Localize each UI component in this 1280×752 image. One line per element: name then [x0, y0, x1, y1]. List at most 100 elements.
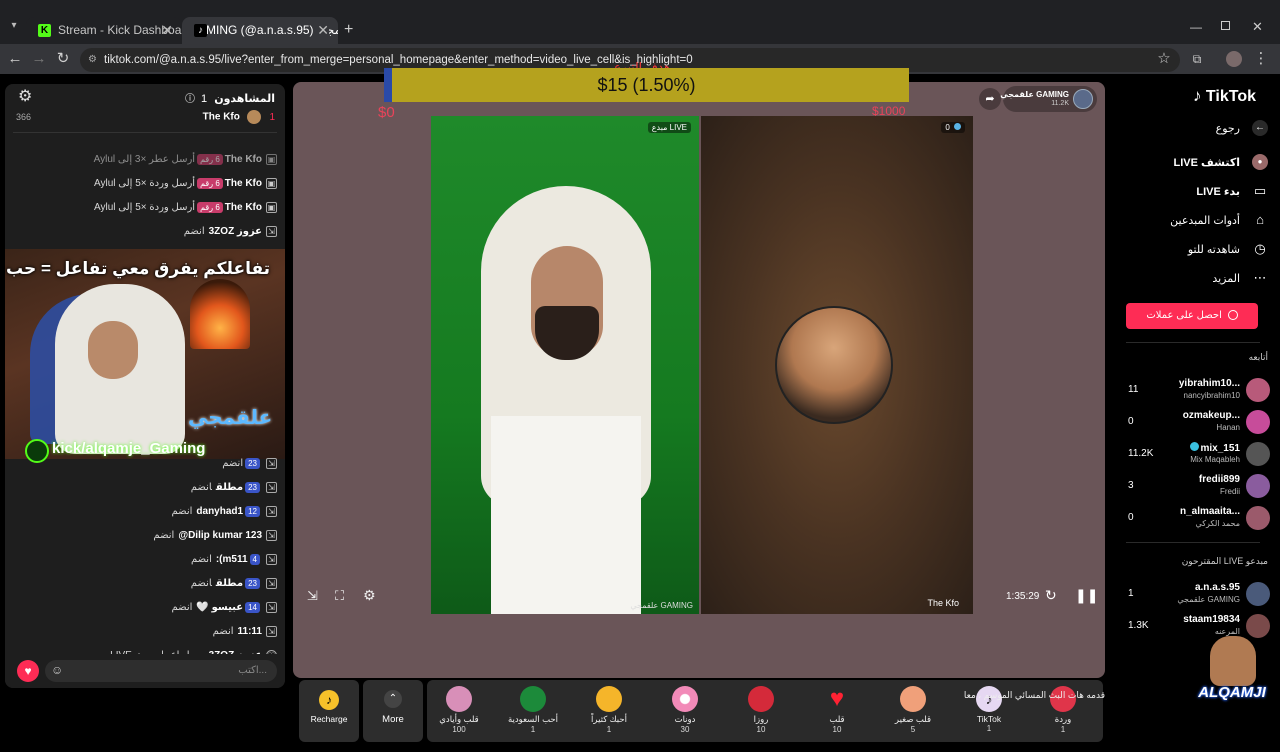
following-item[interactable]: mix_151 Mix Maqableh 11.2K — [1120, 438, 1270, 468]
info-icon[interactable]: ⓘ — [185, 94, 195, 105]
forward-arrow-icon[interactable]: → — [30, 50, 48, 68]
menu-discover-live[interactable]: ● اكتشف LIVE — [1174, 154, 1268, 170]
following-item[interactable]: n_almaaita... محمد الكركي 0 — [1120, 502, 1270, 532]
following-item[interactable]: yibrahim10... nancyibrahim10 11 — [1120, 374, 1270, 404]
suggested-title: مبدعو LIVE المقترحون — [1181, 556, 1268, 566]
close-tab-icon[interactable]: ✕ — [161, 17, 173, 44]
profile-avatar[interactable] — [1226, 51, 1242, 67]
menu-go-live[interactable]: ▭ بدء LIVE — [1196, 183, 1268, 198]
chat-text: انضم — [171, 602, 193, 613]
recharge-button[interactable]: ♪ Recharge — [299, 680, 359, 742]
overlay-banner: تفاعلكم يفرق معي تفاعل = حب — [6, 259, 271, 278]
webcam-overlay: تفاعلكم يفرق معي تفاعل = حب علقمجي kick/… — [5, 249, 285, 463]
kick-handle: kick/alqamje_Gaming — [52, 440, 206, 457]
heart-like-button[interactable]: ♥ — [17, 660, 39, 682]
host-name: علقمجي GAMING — [1000, 90, 1069, 99]
gift-item[interactable]: ♥ قلب 10 — [805, 680, 869, 735]
menu-more[interactable]: ⋯ المزيد — [1212, 270, 1268, 285]
gift-item[interactable]: أحبك كثيراً 1 — [577, 680, 641, 734]
chat-message[interactable]: ▣ The Kfo6 رقمأرسل عطر ×3 إلى Aylul — [94, 154, 277, 165]
chat-message[interactable]: ⇲ 12danyhad1انضم — [172, 506, 277, 517]
quality-gear-icon[interactable]: ⚙ — [363, 587, 376, 604]
viewers-count: 1 — [201, 93, 208, 105]
join-icon: ⇲ — [266, 506, 277, 517]
back-arrow-icon: ← — [1252, 120, 1268, 136]
chat-divider — [13, 132, 277, 133]
chat-message[interactable]: ⇲ 23مطلقانضم — [191, 578, 277, 589]
fullscreen-icon[interactable]: ⛶ — [335, 588, 344, 604]
goal-amount: $15 (1.50%) — [597, 75, 696, 95]
following-item[interactable]: fredii899 Fredii 3 — [1120, 470, 1270, 500]
suggested-item[interactable]: a.n.a.s.95 علقمجي GAMING 1 — [1120, 578, 1270, 608]
chat-user: The Kfo — [224, 178, 262, 189]
gift-item[interactable]: روزا 10 — [729, 680, 793, 734]
host-card[interactable]: علقمجي GAMING 11.2K — [1000, 86, 1097, 112]
pause-icon[interactable]: ❚❚ — [1075, 587, 1098, 604]
restore-button[interactable] — [1221, 21, 1230, 30]
donation-goal: هدف التبرع $15 (1.50%) $0 $1000 — [376, 60, 910, 121]
recharge-label: Recharge — [310, 714, 348, 724]
top-viewer-row[interactable]: 1 The Kfo — [203, 110, 275, 124]
kiss-face-icon — [596, 686, 622, 712]
chat-message[interactable]: ▣ The Kfo6 رقمأرسل وردة ×5 إلى Aylul — [94, 178, 277, 189]
chat-message[interactable]: ⇲ 11:11انضم — [213, 626, 277, 637]
chat-message[interactable]: ▣ The Kfo6 رقمأرسل وردة ×5 إلى Aylul — [94, 202, 277, 213]
host-avatar — [1073, 89, 1093, 109]
gift-price: 1 — [986, 724, 992, 733]
following-name: ozmakeup... — [1182, 410, 1240, 421]
get-coins-button[interactable]: احصل على عملات — [1126, 303, 1258, 329]
donut-icon — [672, 686, 698, 712]
gift-item[interactable]: ♪ TikTok 1 — [957, 680, 1021, 733]
tab-tiktok-live[interactable]: ♪ MING (@a.n.a.s.95) علقمجي ✕ — [182, 17, 338, 44]
share-icon[interactable]: ➦ — [979, 88, 1001, 110]
level-badge: 12 — [245, 506, 260, 517]
following-sub: Fredii — [1219, 487, 1240, 496]
gift-item[interactable]: قلب وأيادي 100 — [427, 680, 491, 734]
menu-label: بدء LIVE — [1196, 186, 1240, 198]
settings-gear-icon[interactable]: ⚙ — [18, 86, 32, 106]
menu-recently-watched[interactable]: ◷ شاهدته للتو — [1188, 241, 1268, 256]
level-badge: 23 — [245, 458, 260, 469]
tab-list-button[interactable]: ▾ — [6, 20, 22, 36]
back-arrow-icon[interactable]: ← — [6, 50, 24, 68]
new-tab-button[interactable]: + — [344, 21, 353, 39]
house-icon: ⌂ — [1256, 212, 1264, 227]
join-icon: ⇲ — [266, 530, 277, 541]
goal-bar: $15 (1.50%) — [384, 68, 909, 102]
tiktok-logo-icon: ♪ — [194, 24, 207, 37]
menu-creator-tools[interactable]: ⌂ أدوات المبدعين — [1170, 212, 1268, 227]
tab-kick-dashboard[interactable]: K Stream - Kick Dashboard ✕ — [26, 17, 182, 44]
rank-badge: 6 رقم — [197, 202, 223, 213]
chat-input[interactable]: ☺ اكتب... — [45, 660, 277, 682]
reload-icon[interactable]: ↻ — [54, 50, 72, 68]
gift-item[interactable]: أحب السعودية 1 — [501, 680, 565, 734]
site-info-icon[interactable]: ⚙ — [88, 48, 97, 72]
chat-message[interactable]: ⇲ عزوز 3ZOZانضم — [184, 226, 277, 237]
close-window-button[interactable]: ✕ — [1252, 19, 1263, 35]
history-icon: ◷ — [1254, 241, 1266, 256]
pip-icon[interactable]: ⇲ — [307, 588, 318, 604]
right-sidebar: ♪ TikTok ← رجوع ● اكتشف LIVE ▭ بدء LIVE ⌂ أد… — [1120, 74, 1280, 720]
more-gifts-button[interactable]: ⌃ More — [363, 680, 423, 742]
gift-item[interactable]: وردة 1 — [1031, 680, 1095, 734]
chat-message[interactable]: ⇲ 23انضم — [222, 458, 277, 469]
minimize-button[interactable]: — — [1190, 20, 1202, 34]
refresh-icon[interactable]: ↻ — [1045, 587, 1057, 604]
chat-message[interactable]: ⇲ 14عبيسو 🤍انضم — [172, 602, 277, 613]
join-icon: ⇲ — [266, 458, 277, 469]
chat-message[interactable]: ⇲ 4m511):انضم — [191, 554, 277, 565]
chat-message[interactable]: ⇲ Dilip kumar 123@انضم — [153, 530, 277, 541]
bookmark-star-icon[interactable]: ☆ — [1155, 50, 1173, 68]
tiktok-note-icon: ♪ — [1192, 86, 1202, 105]
gift-item[interactable]: دونات 30 — [653, 680, 717, 734]
chat-message[interactable]: ⇲ 23مطلقانضم — [191, 482, 277, 493]
close-tab-icon[interactable]: ✕ — [315, 17, 329, 44]
back-link[interactable]: ← رجوع — [1216, 120, 1268, 136]
gift-item[interactable]: قلب صغير 5 — [881, 680, 945, 734]
emoji-icon[interactable]: ☺ — [51, 663, 63, 677]
extensions-icon[interactable]: ⧉ — [1188, 50, 1206, 68]
tiktok-logo[interactable]: ♪ TikTok — [1193, 86, 1256, 106]
following-item[interactable]: ozmakeup... Hanan 0 — [1120, 406, 1270, 436]
browser-menu-icon[interactable]: ⋮ — [1252, 50, 1270, 68]
viewers-header: المشاهدون 1 ⓘ — [185, 90, 275, 105]
